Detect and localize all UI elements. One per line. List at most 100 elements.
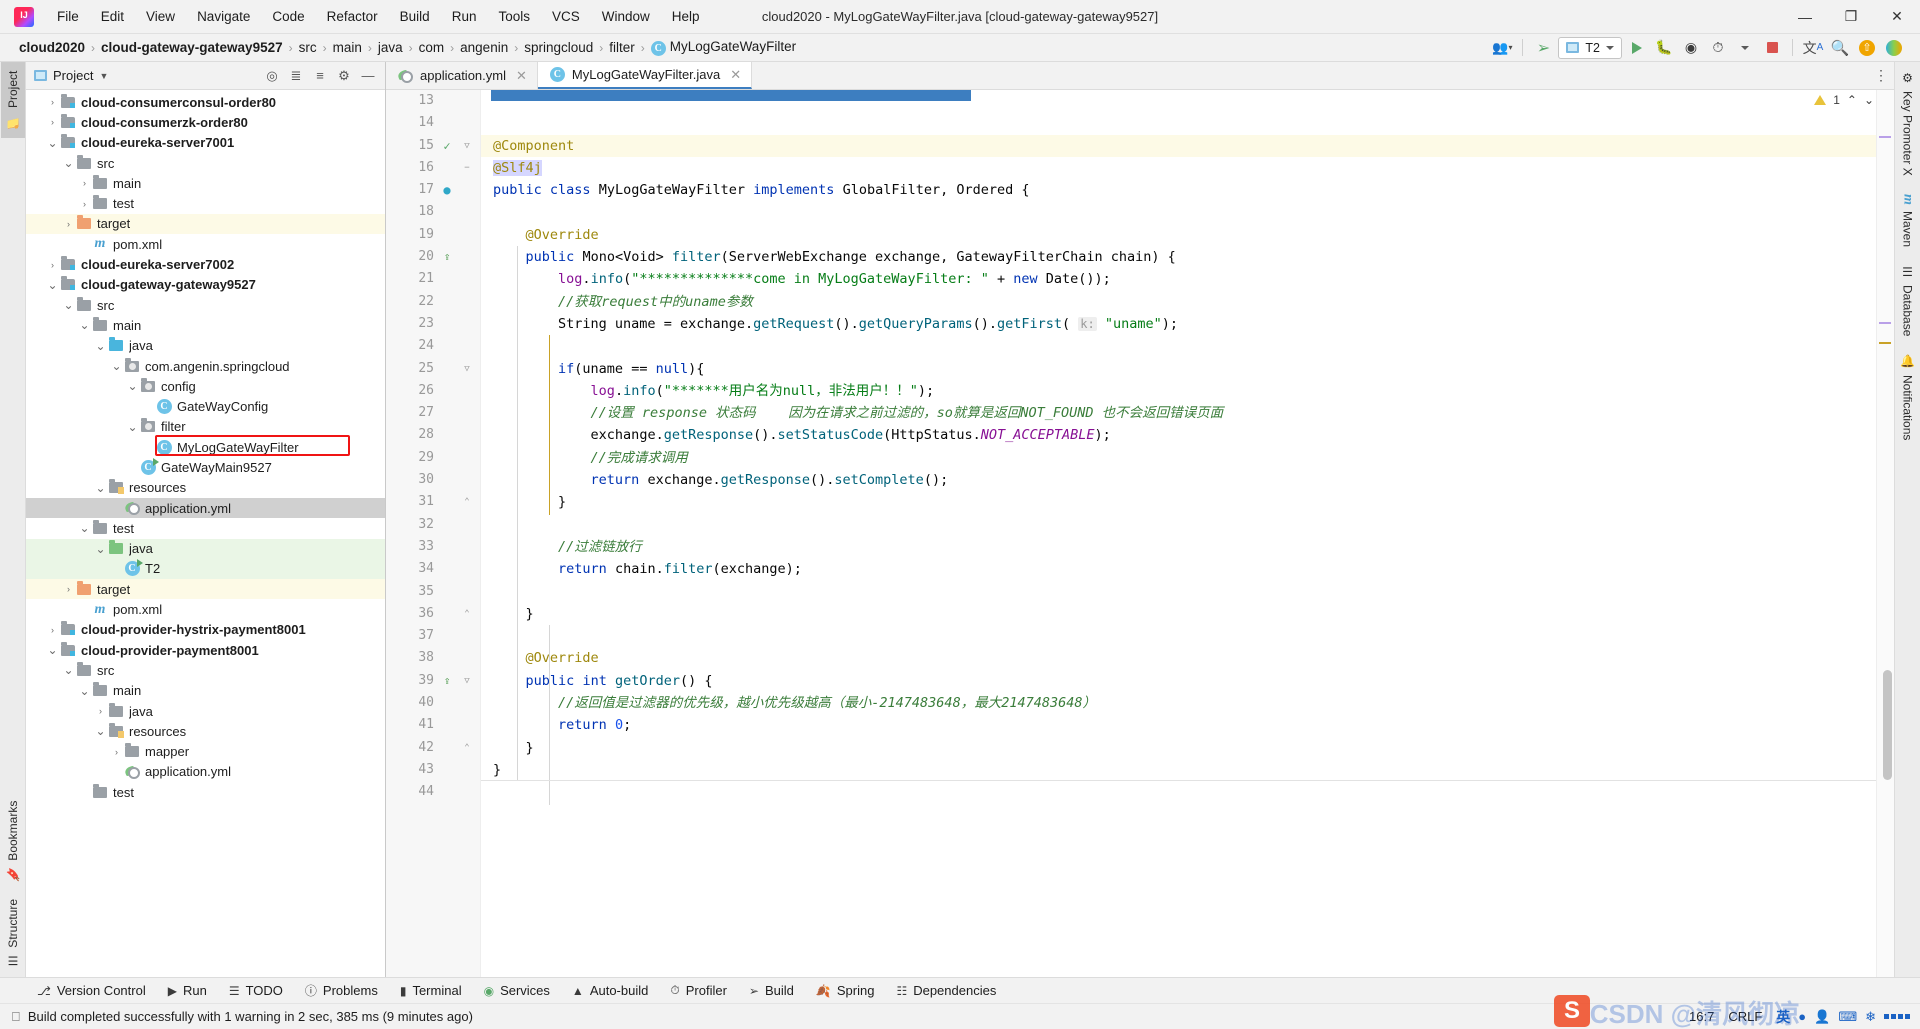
ime-indicator[interactable]: 英 ● 👤 ⌨ ❄ [1776, 1007, 1910, 1027]
gutter-line-35[interactable]: 35 [386, 581, 480, 603]
code-line-39[interactable]: public int getOrder() { [481, 670, 1876, 692]
chevron-down-icon[interactable] [1733, 37, 1757, 59]
tree-node-main[interactable]: › main [26, 173, 385, 193]
chevron-down-icon[interactable]: ⌄ [46, 279, 59, 291]
fold-marker[interactable]: ▽ [460, 670, 474, 692]
fold-marker[interactable]: ⌃ [460, 491, 474, 513]
tree-node-test[interactable]: › test [26, 193, 385, 213]
chevron-down-icon[interactable]: ⌄ [62, 299, 75, 311]
chevron-right-icon[interactable]: › [46, 625, 59, 635]
fold-marker[interactable]: ▽ [460, 358, 474, 380]
tree-node-java[interactable]: ⌄ java [26, 336, 385, 356]
chevron-right-icon[interactable]: › [110, 747, 123, 757]
gutter-line-13[interactable]: 13 [386, 90, 480, 112]
menu-item-tools[interactable]: Tools [487, 5, 541, 28]
tree-node-com-angenin-springcloud[interactable]: ⌄ com.angenin.springcloud [26, 356, 385, 376]
code-line-32[interactable] [481, 514, 1876, 536]
editor-gutter[interactable]: 13 14 15 ✓ ▽ 16−17 ● 18 19 20 ⇪ 21 22 23 24 25 ▽ 26 27 28 29… [386, 90, 481, 977]
gutter-line-39[interactable]: 39 ⇪ ▽ [386, 670, 480, 692]
breadcrumb-item-8[interactable]: filter [604, 38, 640, 57]
editor-tab-myloggatewayfilter-java[interactable]: C MyLogGateWayFilter.java ✕ [537, 62, 753, 89]
code-editor[interactable]: 1 ⌃ ⌄ 13 14 15 ✓ ▽ 16−17 ● 18 19 20 ⇪ 21 22 23 24 25 ▽ 26… [386, 90, 1894, 977]
code-line-41[interactable]: return 0; [481, 714, 1876, 736]
hammer-build-icon[interactable]: ➢ [1531, 37, 1555, 59]
stop-icon[interactable] [1760, 37, 1784, 59]
prev-problem-icon[interactable]: ⌃ [1847, 93, 1857, 107]
gutter-line-32[interactable]: 32 [386, 514, 480, 536]
menu-item-run[interactable]: Run [441, 5, 488, 28]
tree-node-gatewayconfig[interactable]: C GateWayConfig [26, 396, 385, 416]
gutter-line-27[interactable]: 27 [386, 402, 480, 424]
tree-node-main[interactable]: ⌄ main [26, 315, 385, 335]
code-line-23[interactable]: String uname = exchange.getRequest().get… [481, 313, 1876, 335]
tree-node-cloud-provider-payment8001[interactable]: ⌄ cloud-provider-payment8001 [26, 640, 385, 660]
gutter-icon[interactable]: ⇪ [434, 246, 460, 268]
code-line-14[interactable] [481, 112, 1876, 134]
code-line-20[interactable]: public Mono<Void> filter(ServerWebExchan… [481, 246, 1876, 268]
code-line-43[interactable]: } [481, 759, 1876, 781]
gutter-line-14[interactable]: 14 [386, 112, 480, 134]
close-icon[interactable]: ✕ [516, 68, 527, 84]
sidebar-item-notifications[interactable]: 🔔 Notifications [1896, 345, 1920, 449]
code-line-28[interactable]: exchange.getResponse().setStatusCode(Htt… [481, 424, 1876, 446]
chevron-down-icon[interactable]: ▼ [99, 71, 108, 81]
breadcrumb-item-3[interactable]: main [328, 38, 367, 57]
inspection-gutter[interactable] [1876, 90, 1894, 977]
tree-node-application-yml[interactable]: application.yml [26, 762, 385, 782]
tree-node-target[interactable]: › target [26, 213, 385, 235]
run-with-coverage-icon[interactable]: ◉ [1679, 37, 1703, 59]
tree-node-src[interactable]: ⌄ src [26, 660, 385, 680]
fold-marker[interactable]: − [460, 157, 474, 179]
chevron-down-icon[interactable]: ⌄ [110, 360, 123, 372]
code-line-18[interactable] [481, 201, 1876, 223]
tree-node-cloud-provider-hystrix-payment8001[interactable]: › cloud-provider-hystrix-payment8001 [26, 620, 385, 640]
code-line-38[interactable]: @Override [481, 647, 1876, 669]
chevron-right-icon[interactable]: › [62, 219, 75, 229]
code-line-42[interactable]: } [481, 737, 1876, 759]
tree-node-src[interactable]: ⌄ src [26, 295, 385, 315]
sidebar-item-key-promoter-x[interactable]: ⚙ Key Promoter X [1896, 62, 1920, 185]
breadcrumb-item-9[interactable]: C MyLogGateWayFilter [646, 37, 801, 58]
breadcrumb-item-2[interactable]: src [294, 38, 322, 57]
code-line-34[interactable]: return chain.filter(exchange); [481, 558, 1876, 580]
build-status-message[interactable]: Build completed successfully with 1 warn… [28, 1009, 473, 1024]
user-group-icon[interactable]: 👥 ▾ [1490, 37, 1514, 59]
tree-node-java[interactable]: ⌄ java [26, 538, 385, 559]
breadcrumb-item-0[interactable]: cloud2020 [14, 38, 90, 57]
tree-node-filter[interactable]: ⌄ filter [26, 417, 385, 437]
tree-node-resources[interactable]: ⌄ resources [26, 478, 385, 498]
code-line-13[interactable] [481, 90, 1876, 112]
sidebar-item-bookmarks[interactable]: 🔖 Bookmarks [1, 792, 25, 891]
tree-node-main[interactable]: ⌄ main [26, 681, 385, 701]
tree-node-src[interactable]: ⌄ src [26, 153, 385, 173]
maximize-button[interactable]: ❐ [1828, 0, 1874, 34]
code-line-16[interactable]: @Slf4j [481, 157, 1876, 179]
gutter-line-41[interactable]: 41 [386, 714, 480, 736]
chevron-down-icon[interactable]: ⌄ [62, 664, 75, 676]
chevron-right-icon[interactable]: › [46, 117, 59, 127]
sidebar-item-structure[interactable]: ☰ Structure [1, 890, 25, 977]
tree-node-cloud-consumerzk-order80[interactable]: › cloud-consumerzk-order80 [26, 112, 385, 132]
gutter-icon[interactable]: ● [434, 179, 460, 201]
search-icon[interactable]: 🔍 [1828, 37, 1852, 59]
tree-node-application-yml[interactable]: application.yml [26, 497, 385, 519]
expand-all-icon[interactable]: ≣ [285, 65, 307, 87]
fold-marker[interactable]: ⌃ [460, 603, 474, 625]
debug-icon[interactable]: 🐛 [1652, 37, 1676, 59]
tree-node-gatewaymain9527[interactable]: C GateWayMain9527 [26, 457, 385, 477]
gutter-line-19[interactable]: 19 [386, 224, 480, 246]
tree-node-target[interactable]: › target [26, 579, 385, 600]
gutter-line-18[interactable]: 18 [386, 201, 480, 223]
editor-tab-application-yml[interactable]: application.yml ✕ [386, 62, 538, 89]
caret-position[interactable]: 16:7 [1689, 1009, 1714, 1024]
gutter-icon[interactable]: ✓ [434, 135, 460, 157]
menu-item-edit[interactable]: Edit [90, 5, 135, 28]
update-icon[interactable]: ⇧ [1855, 37, 1879, 59]
breadcrumb-item-4[interactable]: java [373, 38, 408, 57]
hide-icon[interactable]: — [357, 65, 379, 87]
code-line-27[interactable]: //设置 response 状态码 因为在请求之前过滤的，so就算是返回NOT_… [481, 402, 1876, 424]
locate-icon[interactable]: ◎ [261, 65, 283, 87]
tree-node-cloud-eureka-server7001[interactable]: ⌄ cloud-eureka-server7001 [26, 133, 385, 153]
fold-marker[interactable]: ⌃ [460, 737, 474, 759]
chevron-down-icon[interactable]: ⌄ [94, 725, 107, 737]
